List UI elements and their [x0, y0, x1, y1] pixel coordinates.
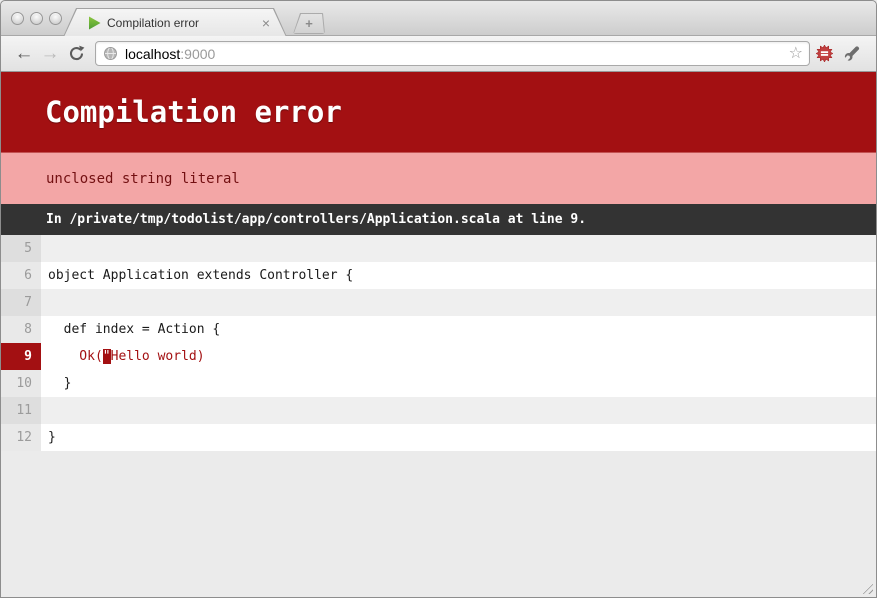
new-tab-icon: + [294, 14, 324, 33]
error-detail: unclosed string literal [1, 152, 876, 204]
code-line-error: 9 Ok("Hello world) [1, 343, 876, 370]
tab-title: Compilation error [107, 16, 256, 30]
page-title: Compilation error [1, 72, 876, 152]
zoom-button[interactable] [49, 12, 62, 25]
back-icon: ← [15, 43, 34, 65]
wrench-icon [844, 45, 861, 62]
url-text[interactable]: localhost:9000 [125, 46, 782, 62]
address-bar[interactable]: localhost:9000 ☆ [95, 41, 810, 66]
back-button[interactable]: ← [11, 41, 37, 67]
line-number: 10 [1, 370, 41, 397]
line-content [41, 397, 876, 424]
line-content: def index = Action { [41, 316, 876, 343]
globe-icon [103, 46, 118, 61]
code-line: 6object Application extends Controller { [1, 262, 876, 289]
line-number: 5 [1, 235, 41, 262]
line-number: 6 [1, 262, 41, 289]
resize-grip-icon[interactable] [860, 581, 873, 594]
code-line: 12} [1, 424, 876, 451]
url-host: localhost [125, 46, 180, 62]
settings-button[interactable] [838, 41, 866, 67]
code-line: 8 def index = Action { [1, 316, 876, 343]
window-controls [11, 12, 62, 25]
toolbar: ← → localhost:9000 ☆ [1, 36, 876, 72]
line-content: } [41, 370, 876, 397]
line-number: 8 [1, 316, 41, 343]
tab-close-icon[interactable]: × [262, 17, 270, 29]
error-page: Compilation error unclosed string litera… [1, 72, 876, 451]
browser-window: Compilation error × + ← → [0, 0, 877, 598]
code-line: 5 [1, 235, 876, 262]
titlebar: Compilation error × + [1, 1, 876, 36]
reload-button[interactable] [63, 41, 89, 67]
minimize-button[interactable] [30, 12, 43, 25]
line-content: object Application extends Controller { [41, 262, 876, 289]
code-listing: 56object Application extends Controller … [1, 235, 876, 451]
forward-button[interactable]: → [37, 41, 63, 67]
bookmark-star-icon[interactable]: ☆ [789, 46, 803, 62]
line-number: 12 [1, 424, 41, 451]
extension-button[interactable] [810, 41, 838, 67]
line-number: 7 [1, 289, 41, 316]
url-port: :9000 [180, 46, 215, 62]
close-button[interactable] [11, 12, 24, 25]
forward-icon: → [41, 43, 60, 65]
play-favicon-icon [88, 16, 101, 30]
error-location: In /private/tmp/todolist/app/controllers… [1, 204, 876, 235]
tab[interactable]: Compilation error × [63, 8, 287, 37]
line-content [41, 289, 876, 316]
reload-icon [68, 45, 85, 62]
error-marker: " [103, 349, 111, 364]
line-number: 9 [1, 343, 41, 370]
code-line: 10 } [1, 370, 876, 397]
code-line: 11 [1, 397, 876, 424]
code-line: 7 [1, 289, 876, 316]
line-number: 11 [1, 397, 41, 424]
line-content: } [41, 424, 876, 451]
new-tab-button[interactable]: + [293, 13, 325, 34]
line-content: Ok("Hello world) [41, 343, 876, 370]
adblock-badge-icon [816, 45, 833, 62]
line-content [41, 235, 876, 262]
